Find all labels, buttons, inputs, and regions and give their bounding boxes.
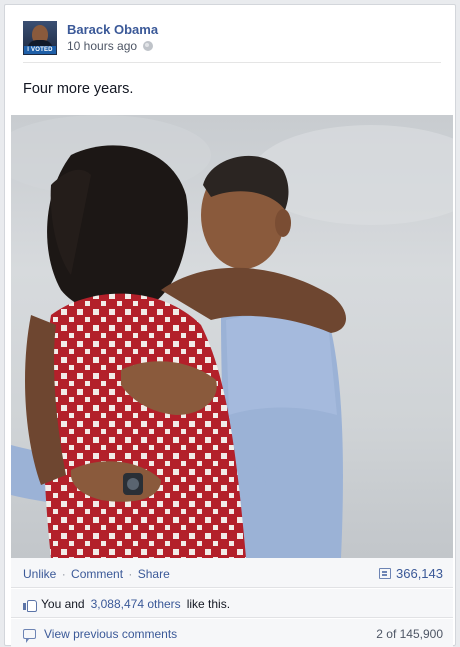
avatar-badge: I VOTED (24, 46, 56, 54)
action-links: Unlike · Comment · Share (23, 567, 170, 581)
comment-link[interactable]: Comment (71, 567, 123, 581)
photo-illustration (11, 115, 453, 558)
share-link[interactable]: Share (138, 567, 170, 581)
post-card: I VOTED Barack Obama 10 hours ago Four m… (4, 4, 456, 647)
post-photo[interactable] (11, 115, 453, 558)
post-actions: Unlike · Comment · Share 366,143 (11, 558, 453, 588)
comments-bar: View previous comments 2 of 145,900 (11, 619, 453, 647)
comments-count: 2 of 145,900 (376, 627, 443, 641)
author-name[interactable]: Barack Obama (67, 22, 158, 37)
comments-row: View previous comments (23, 627, 177, 643)
separator: · (128, 567, 133, 581)
post-meta: 10 hours ago (67, 39, 154, 53)
likes-others-link[interactable]: 3,088,474 others (91, 597, 181, 611)
likes-row: You and 3,088,474 others like this. (23, 597, 231, 612)
avatar[interactable]: I VOTED (23, 21, 57, 55)
comment-icon (23, 629, 36, 643)
thumb-icon (23, 598, 37, 612)
view-previous-comments-link[interactable]: View previous comments (44, 627, 177, 641)
likes-bar: You and 3,088,474 others like this. (11, 589, 453, 618)
share-count-value: 366,143 (396, 566, 443, 581)
separator: · (61, 567, 66, 581)
header-divider (23, 62, 441, 63)
share-count[interactable]: 366,143 (379, 566, 443, 581)
likes-suffix: like this. (186, 597, 231, 611)
post-text: Four more years. (23, 81, 134, 97)
unlike-link[interactable]: Unlike (23, 567, 56, 581)
share-icon (379, 568, 391, 579)
globe-icon[interactable] (143, 41, 154, 51)
timestamp[interactable]: 10 hours ago (67, 39, 137, 53)
likes-prefix: You and (41, 597, 85, 611)
post-header: I VOTED Barack Obama 10 hours ago (23, 21, 441, 63)
